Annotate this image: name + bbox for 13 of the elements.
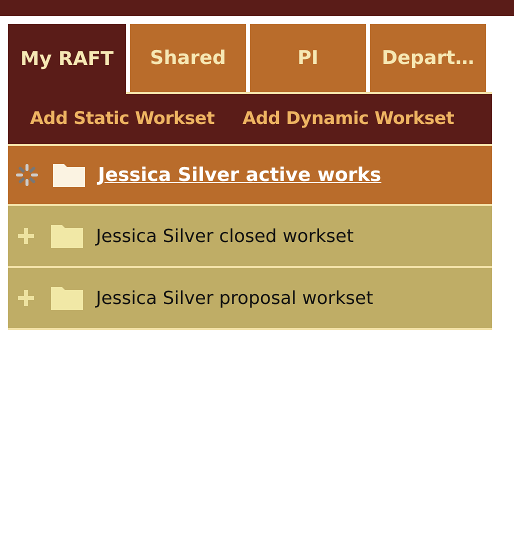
workset-row[interactable]: Jessica Silver closed workset xyxy=(8,204,492,266)
folder-icon xyxy=(50,223,84,249)
workset-name[interactable]: Jessica Silver proposal workset xyxy=(96,288,374,308)
tab[interactable]: My RAFT xyxy=(8,24,126,94)
loading-spinner-icon xyxy=(14,162,40,188)
add-workset-link[interactable]: Add Static Workset xyxy=(30,109,215,129)
workset-row[interactable]: Jessica Silver active works xyxy=(8,144,492,204)
workset-row[interactable]: Jessica Silver proposal workset xyxy=(8,266,492,328)
folder-icon xyxy=(50,285,84,311)
folder-icon xyxy=(52,162,86,188)
add-workset-link[interactable]: Add Dynamic Workset xyxy=(242,109,454,129)
workset-name[interactable]: Jessica Silver active works xyxy=(98,164,382,186)
workset-name[interactable]: Jessica Silver closed workset xyxy=(96,226,354,246)
